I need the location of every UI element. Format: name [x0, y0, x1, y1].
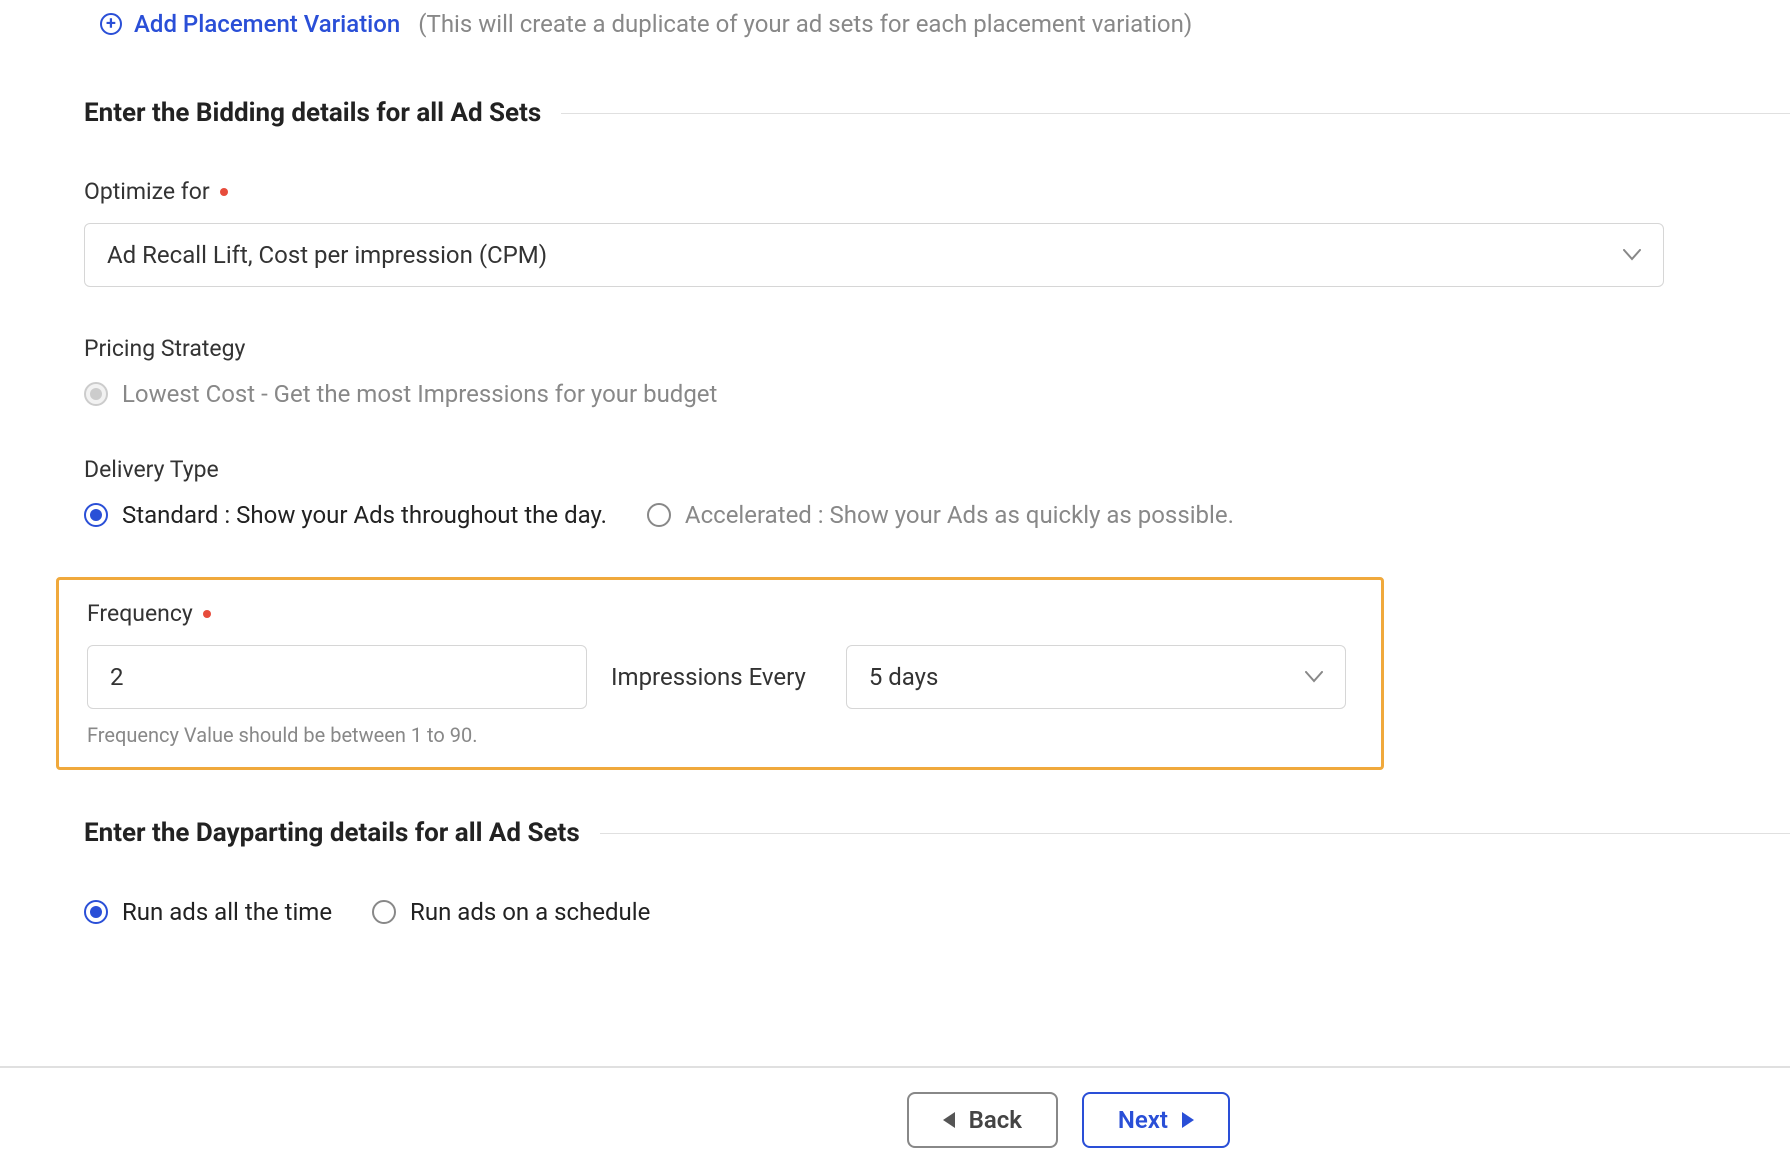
frequency-period-value: 5 days	[869, 663, 939, 691]
triangle-right-icon	[1182, 1112, 1194, 1128]
required-dot-icon	[220, 188, 228, 196]
radio-unselected-icon	[647, 503, 671, 527]
radio-unselected-icon	[372, 900, 396, 924]
optimize-for-label: Optimize for	[84, 178, 1790, 205]
dayparting-section-header: Enter the Dayparting details for all Ad …	[84, 818, 1790, 848]
delivery-accelerated-radio[interactable]: Accelerated : Show your Ads as quickly a…	[647, 501, 1234, 529]
pricing-strategy-label: Pricing Strategy	[84, 335, 1790, 362]
chevron-down-icon	[1623, 249, 1641, 261]
pricing-lowest-cost-radio: Lowest Cost - Get the most Impressions f…	[84, 380, 717, 408]
optimize-for-select[interactable]: Ad Recall Lift, Cost per impression (CPM…	[84, 223, 1664, 287]
run-all-time-radio[interactable]: Run ads all the time	[84, 898, 332, 926]
triangle-left-icon	[943, 1112, 955, 1128]
dayparting-options-block: Run ads all the time Run ads on a schedu…	[84, 898, 1790, 926]
bidding-section-header: Enter the Bidding details for all Ad Set…	[84, 98, 1790, 128]
add-placement-help-text: (This will create a duplicate of your ad…	[418, 10, 1192, 38]
back-button-label: Back	[969, 1106, 1022, 1134]
radio-selected-icon	[84, 900, 108, 924]
optimize-for-value: Ad Recall Lift, Cost per impression (CPM…	[107, 241, 547, 269]
delivery-type-label-text: Delivery Type	[84, 456, 219, 483]
section-divider	[600, 833, 1790, 834]
run-schedule-label: Run ads on a schedule	[410, 898, 650, 926]
next-button-label: Next	[1118, 1106, 1168, 1134]
impressions-every-label: Impressions Every	[611, 663, 822, 691]
dayparting-section-title: Enter the Dayparting details for all Ad …	[84, 818, 580, 848]
back-button[interactable]: Back	[907, 1092, 1058, 1148]
add-placement-variation-link[interactable]: Add Placement Variation	[134, 10, 400, 38]
delivery-standard-radio[interactable]: Standard : Show your Ads throughout the …	[84, 501, 607, 529]
radio-selected-icon	[84, 503, 108, 527]
delivery-standard-label: Standard : Show your Ads throughout the …	[122, 501, 607, 529]
delivery-accelerated-label: Accelerated : Show your Ads as quickly a…	[685, 501, 1234, 529]
frequency-label-text: Frequency	[87, 600, 193, 627]
add-placement-variation-row: + Add Placement Variation (This will cre…	[100, 10, 1790, 38]
pricing-strategy-block: Pricing Strategy Lowest Cost - Get the m…	[84, 335, 1790, 408]
optimize-for-label-text: Optimize for	[84, 178, 210, 205]
pricing-lowest-cost-label: Lowest Cost - Get the most Impressions f…	[122, 380, 717, 408]
frequency-helper-text: Frequency Value should be between 1 to 9…	[87, 723, 1353, 747]
footer-bar: Back Next	[0, 1066, 1790, 1172]
radio-icon	[84, 382, 108, 406]
pricing-strategy-label-text: Pricing Strategy	[84, 335, 245, 362]
run-all-time-label: Run ads all the time	[122, 898, 332, 926]
frequency-value-input[interactable]: 2	[87, 645, 587, 709]
optimize-for-block: Optimize for Ad Recall Lift, Cost per im…	[84, 178, 1790, 287]
chevron-down-icon	[1305, 671, 1323, 683]
plus-circle-icon[interactable]: +	[100, 13, 122, 35]
frequency-value: 2	[110, 663, 124, 691]
delivery-type-block: Delivery Type Standard : Show your Ads t…	[84, 456, 1790, 529]
run-schedule-radio[interactable]: Run ads on a schedule	[372, 898, 650, 926]
required-dot-icon	[203, 610, 211, 618]
frequency-period-select[interactable]: 5 days	[846, 645, 1346, 709]
frequency-highlight-box: Frequency 2 Impressions Every 5 days Fre…	[56, 577, 1384, 770]
next-button[interactable]: Next	[1082, 1092, 1230, 1148]
frequency-label: Frequency	[87, 600, 1353, 627]
section-divider	[561, 113, 1790, 114]
bidding-section-title: Enter the Bidding details for all Ad Set…	[84, 98, 541, 128]
delivery-type-label: Delivery Type	[84, 456, 1790, 483]
